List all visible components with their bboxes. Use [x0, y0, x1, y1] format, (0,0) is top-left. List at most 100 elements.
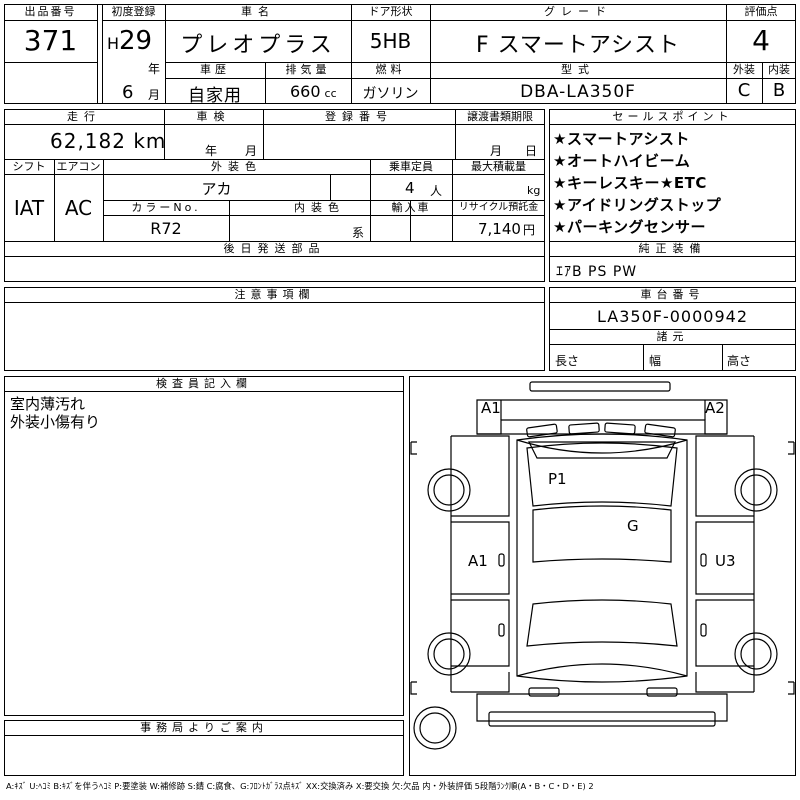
model: DBA-LA350F — [520, 82, 636, 102]
damage-mark: U3 — [715, 552, 736, 570]
score: 4 — [752, 24, 770, 57]
inspection-month-unit: 月 — [245, 144, 258, 158]
car-name-label: 車名 — [241, 5, 275, 18]
mileage-value: 62,182 — [50, 129, 126, 153]
import-car-label: 輸入車 — [391, 201, 431, 214]
front-hood-outline — [476, 399, 728, 435]
equipment: ｴｱB PS PW — [556, 264, 638, 280]
displacement-value: 660 — [290, 82, 321, 101]
recycle-value: 7,140 — [478, 220, 521, 238]
registration-number-label: 登録番号 — [325, 110, 393, 123]
chassis-number: LA350F-0000942 — [597, 307, 748, 326]
history-label: 車歴 — [200, 63, 230, 76]
right-mirror — [788, 441, 795, 455]
year-unit: 年 — [148, 62, 161, 76]
mileage: 62,182 km — [50, 129, 166, 153]
fuel-label: 燃料 — [375, 63, 406, 76]
interior-grade-label: 内装 — [768, 63, 790, 76]
sales-point-item: ★オートハイビーム — [553, 152, 691, 170]
car-name: プレオプラス — [180, 33, 336, 58]
rear-outline — [476, 693, 728, 722]
roof — [532, 505, 672, 563]
registration-month: 6 — [122, 82, 134, 103]
inspector-label: 検査員記入欄 — [156, 377, 252, 390]
width-label: 幅 — [649, 354, 662, 368]
lot-number-label: 出品番号 — [24, 5, 77, 18]
door-type-label: ドア形状 — [368, 5, 413, 18]
shift: IAT — [13, 196, 45, 220]
right-rear-door — [695, 599, 754, 667]
aircon-label: エアコン — [56, 160, 101, 173]
color-number: R72 — [150, 219, 182, 238]
inspection-label: 車検 — [196, 110, 231, 123]
model-label: 型式 — [561, 63, 595, 76]
front-bumper — [529, 381, 671, 392]
transfer-day-unit: 日 — [525, 144, 538, 158]
chassis-number-label: 車台番号 — [640, 288, 705, 301]
grade-label: グレード — [544, 5, 612, 18]
inspector-notes: 室内薄汚れ 外装小傷有り — [10, 395, 100, 431]
height-label: 高さ — [727, 354, 752, 368]
damage-mark: G — [627, 517, 639, 535]
grade: F スマートアシスト — [475, 33, 681, 58]
notes-label: 注意事項欄 — [234, 288, 315, 301]
sales-points-list: ★スマートアシスト ★オートハイビーム ★キーレスキー★ETC ★アイドリングス… — [553, 128, 721, 238]
inspector-note-line: 外装小傷有り — [10, 413, 101, 431]
later-parts-label: 後日発送部品 — [223, 242, 326, 255]
month-unit: 月 — [148, 88, 161, 102]
sales-point-item: ★パーキングセンサー — [553, 218, 706, 236]
score-label: 評価点 — [744, 5, 778, 18]
transfer-month-unit: 月 — [490, 144, 503, 158]
lot-number: 371 — [23, 24, 78, 57]
color-number-label: カラーNo. — [131, 201, 201, 214]
first-registration-label: 初度登録 — [111, 5, 156, 18]
transfer-deadline-label: 譲渡書類期限 — [467, 110, 533, 123]
equipment-label: 純正装備 — [638, 242, 707, 255]
seating-capacity-label: 乗車定員 — [389, 160, 433, 173]
recycle-deposit-label: リサイクル預託金 — [458, 202, 539, 213]
shift-label: シフト — [12, 160, 46, 173]
interior-color-unit: 系 — [352, 226, 365, 240]
rear-window — [526, 599, 678, 647]
exterior-color: アカ — [201, 180, 232, 198]
damage-mark: A2 — [705, 399, 725, 417]
damage-legend: A:ｷｽﾞ U:ﾍｺﾐ B:ｷｽﾞを伴うﾍｺﾐ P:要塗装 W:補修跡 S:錆 … — [6, 781, 594, 791]
office-label: 事務局よりご案内 — [140, 721, 268, 734]
exterior-grade: C — [737, 80, 751, 101]
load-unit: kg — [527, 184, 541, 197]
recycle-deposit: 7,140 円 — [478, 220, 535, 238]
car-damage-diagram: A1 A2 P1 G A1 U3 — [410, 381, 795, 750]
history: 自家用 — [188, 86, 242, 106]
max-load-label: 最大積載量 — [471, 160, 526, 173]
sales-point-item: ★アイドリングストップ — [553, 196, 722, 214]
recycle-unit: 円 — [522, 223, 535, 237]
inspector-note-line: 室内薄汚れ — [10, 395, 86, 413]
exterior-color-label: 外装色 — [211, 160, 262, 173]
damage-mark: A1 — [481, 399, 501, 417]
fuel: ガソリン — [362, 86, 419, 102]
damage-mark: P1 — [548, 470, 567, 488]
sales-point-item: ★キーレスキー★ETC — [553, 174, 707, 192]
specs-label: 諸元 — [656, 330, 689, 343]
left-front-fender — [451, 435, 510, 517]
sales-point-item: ★スマートアシスト — [553, 130, 690, 148]
damage-mark: A1 — [468, 552, 488, 570]
seating-capacity: 4 — [405, 179, 415, 197]
windshield-top — [528, 441, 676, 459]
length-label: 長さ — [555, 354, 580, 368]
displacement: 660 cc — [290, 82, 337, 101]
aircon: AC — [64, 196, 93, 220]
left-rear-door — [451, 599, 510, 667]
mileage-label: 走行 — [67, 110, 101, 123]
exterior-grade-label: 外装 — [733, 63, 755, 76]
displacement-label: 排気量 — [285, 63, 331, 76]
right-front-fender — [695, 435, 754, 517]
inspection-year-unit: 年 — [205, 144, 218, 158]
seats-unit: 人 — [430, 184, 443, 198]
rear-bumper — [488, 711, 716, 727]
displacement-unit: cc — [324, 87, 337, 100]
door-type: 5HB — [369, 29, 412, 53]
interior-grade: B — [772, 80, 786, 101]
sales-points-label: セールスポイント — [612, 110, 733, 123]
left-mirror — [410, 441, 417, 455]
